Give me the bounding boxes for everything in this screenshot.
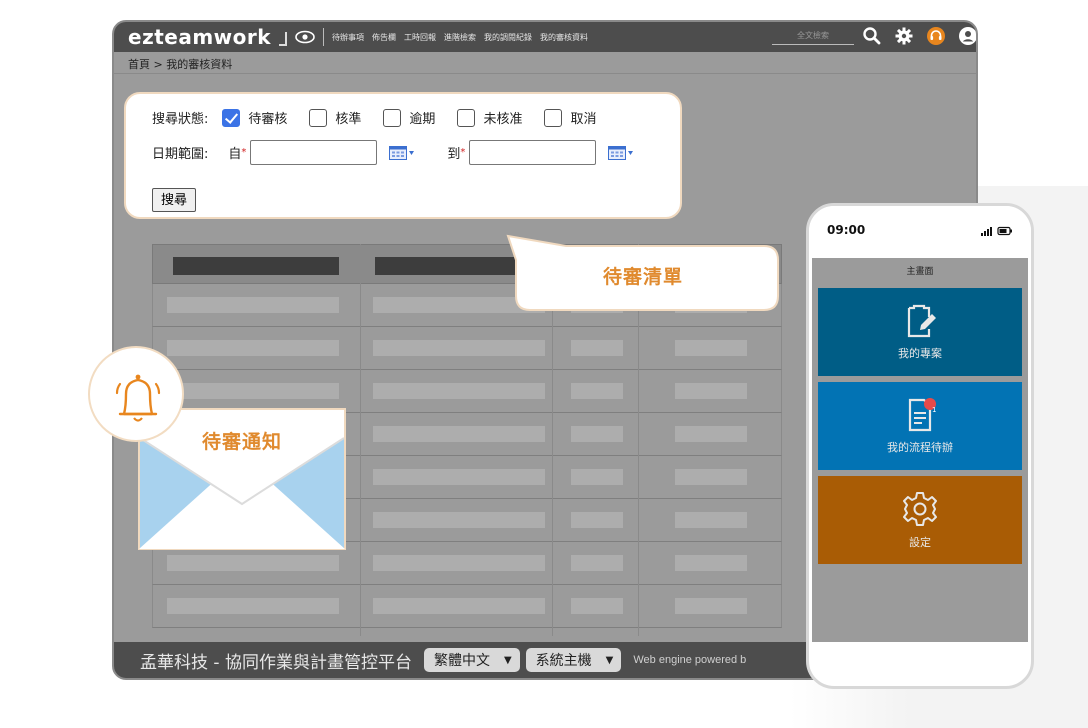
checkbox[interactable] bbox=[457, 108, 476, 127]
table-header-cell bbox=[173, 257, 339, 275]
status-option-approved[interactable]: 核準 bbox=[309, 108, 361, 127]
fulltext-search-input[interactable]: 全文檢索 bbox=[772, 29, 854, 45]
search-form-card: 搜尋狀態: 待審核 核準 逾期 未核准 取消 日期範圍: 自 * 到 * 搜尋 bbox=[124, 92, 682, 219]
phone-status-bar: 09:00 bbox=[809, 206, 1031, 258]
pending-list-text: 待審清單 bbox=[602, 266, 683, 288]
tile-my-workflow-todo[interactable]: 1 我的流程待辦 bbox=[818, 382, 1022, 470]
status-option-cancelled[interactable]: 取消 bbox=[544, 108, 596, 127]
checkbox[interactable] bbox=[544, 108, 563, 127]
mobile-phone: 09:00 主畫面 我的專案 1 我的流程待辦 設定 bbox=[806, 203, 1034, 689]
to-label: 到 bbox=[447, 147, 461, 162]
logo-corner-mark bbox=[279, 32, 288, 46]
tile-my-projects[interactable]: 我的專案 bbox=[818, 288, 1022, 376]
table-row[interactable] bbox=[152, 327, 782, 370]
document-list-icon bbox=[908, 398, 936, 432]
status-option-label: 取消 bbox=[570, 112, 597, 127]
bell-badge bbox=[88, 346, 184, 442]
bell-icon bbox=[115, 374, 161, 422]
top-icon-group bbox=[862, 26, 978, 46]
table-row[interactable] bbox=[152, 585, 782, 628]
table-row[interactable] bbox=[152, 370, 782, 413]
breadcrumb[interactable]: 首頁 > 我的審核資料 bbox=[128, 56, 232, 72]
phone-clock: 09:00 bbox=[827, 223, 866, 237]
search-button[interactable]: 搜尋 bbox=[152, 188, 197, 212]
date-to-input[interactable] bbox=[469, 140, 597, 165]
app-logo[interactable]: ezteamwork bbox=[128, 25, 271, 49]
host-select-value: 系統主機 bbox=[535, 653, 592, 669]
nav-item-my-reviews[interactable]: 我的審核資料 bbox=[540, 32, 588, 43]
footer-engine-text: Web engine powered b bbox=[633, 654, 747, 666]
required-mark: * bbox=[460, 147, 466, 158]
top-navbar: ezteamwork 待辦事項 佈告欄 工時回報 進階檢索 我的調閱紀錄 我的審… bbox=[114, 22, 976, 52]
breadcrumb-bar: 首頁 > 我的審核資料 bbox=[114, 52, 976, 74]
from-label: 自 bbox=[228, 147, 242, 162]
settings-gear-icon[interactable] bbox=[894, 26, 914, 46]
host-select[interactable]: 系統主機 ▼ bbox=[525, 648, 622, 672]
support-headset-icon[interactable] bbox=[926, 26, 946, 46]
date-range-label: 日期範圍: bbox=[152, 147, 209, 162]
search-icon[interactable] bbox=[862, 26, 882, 46]
status-option-pending[interactable]: 待審核 bbox=[222, 108, 287, 127]
tile-label: 我的專案 bbox=[898, 347, 942, 360]
nav-item-todo[interactable]: 待辦事項 bbox=[332, 32, 364, 43]
status-option-label: 逾期 bbox=[409, 112, 436, 127]
gear-icon bbox=[903, 492, 937, 526]
nav-item-bulletin[interactable]: 佈告欄 bbox=[372, 32, 396, 43]
nav-item-timesheet[interactable]: 工時回報 bbox=[404, 32, 436, 43]
user-account-icon[interactable] bbox=[958, 26, 978, 46]
date-range-row: 日期範圍: 自 * 到 * bbox=[152, 140, 634, 165]
tile-label: 我的流程待辦 bbox=[887, 441, 953, 454]
calendar-icon[interactable] bbox=[389, 145, 415, 161]
status-label: 搜尋狀態: bbox=[152, 112, 209, 127]
date-from-input[interactable] bbox=[250, 140, 378, 165]
eye-icon[interactable] bbox=[295, 30, 315, 44]
status-option-rejected[interactable]: 未核准 bbox=[457, 108, 522, 127]
tile-label: 設定 bbox=[909, 536, 931, 549]
caret-down-icon: ▼ bbox=[605, 654, 614, 666]
nav-item-advanced-search[interactable]: 進階檢索 bbox=[444, 32, 476, 43]
notification-badge: 1 bbox=[932, 406, 937, 414]
status-option-label: 待審核 bbox=[248, 112, 288, 127]
column-divider bbox=[360, 244, 361, 636]
language-select[interactable]: 繁體中文 ▼ bbox=[423, 648, 520, 672]
checkbox-checked[interactable] bbox=[222, 108, 241, 127]
main-nav: 待辦事項 佈告欄 工時回報 進階檢索 我的調閱紀錄 我的審核資料 bbox=[332, 32, 588, 43]
checkbox[interactable] bbox=[309, 108, 328, 127]
checkbox[interactable] bbox=[383, 108, 402, 127]
caret-down-icon: ▼ bbox=[503, 654, 512, 666]
clipboard-edit-icon bbox=[907, 304, 936, 338]
calendar-icon[interactable] bbox=[608, 145, 634, 161]
signal-battery-icon bbox=[981, 226, 1012, 236]
required-mark: * bbox=[241, 147, 247, 158]
nav-item-access-log[interactable]: 我的調閱紀錄 bbox=[484, 32, 532, 43]
status-option-label: 核準 bbox=[335, 112, 362, 127]
status-option-overdue[interactable]: 逾期 bbox=[383, 108, 435, 127]
tile-settings[interactable]: 設定 bbox=[818, 476, 1022, 564]
language-select-value: 繁體中文 bbox=[433, 653, 490, 669]
footer-title: 孟華科技 - 協同作業與計畫管控平台 bbox=[140, 652, 412, 673]
status-option-label: 未核准 bbox=[483, 112, 523, 127]
phone-home-title: 主畫面 bbox=[906, 267, 934, 277]
nav-divider bbox=[323, 28, 325, 46]
phone-screen: 主畫面 我的專案 1 我的流程待辦 設定 bbox=[812, 258, 1028, 642]
status-filter-row: 搜尋狀態: 待審核 核準 逾期 未核准 取消 bbox=[152, 108, 618, 127]
